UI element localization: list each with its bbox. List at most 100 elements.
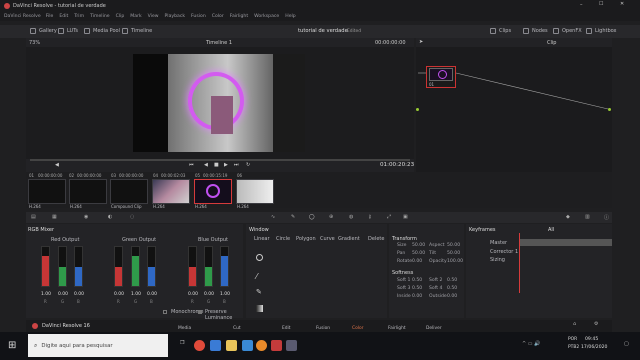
lang-indicator[interactable]: POR [568,337,577,342]
color-wheels-icon[interactable]: ◉ [84,214,88,220]
play-button[interactable]: ▶ [224,162,228,168]
rotate-value[interactable]: 0.00 [412,259,422,264]
window-icon[interactable]: ◯ [309,214,315,220]
blue-output-g-meter[interactable] [204,246,213,287]
scopes-icon[interactable]: ▥ [585,214,590,220]
minimize-button[interactable]: – [580,2,583,8]
menu-davinci[interactable]: DaVinci Resolve [4,14,41,19]
soft4-value[interactable]: 0.50 [447,286,457,291]
close-button[interactable]: ✕ [620,1,624,7]
pan-value[interactable]: 50.00 [412,251,425,256]
shape-curve[interactable]: Curve [320,236,335,242]
menu-help[interactable]: Help [285,14,295,19]
color-match-icon[interactable]: ▦ [52,214,57,220]
soft3-value[interactable]: 0.50 [412,286,422,291]
menu-color[interactable]: Color [212,14,224,19]
shape-polygon[interactable]: Polygon [296,236,316,242]
search-box[interactable]: ⌕ Digite aqui para pesquisar [28,334,168,357]
tracker-icon[interactable]: ⊕ [329,214,333,220]
pen-window-icon[interactable]: ✎ [256,288,265,297]
page-edit[interactable]: Edit [282,326,291,331]
openfx-button[interactable]: OpenFX [553,28,582,34]
menu-playback[interactable]: Playback [165,14,186,19]
rewind-button[interactable]: ◀ [204,162,208,168]
video-frame[interactable] [133,54,305,152]
home-icon[interactable]: ⌂ [573,321,576,327]
outside-value[interactable]: 0.00 [447,294,457,299]
lang-indicator-2[interactable]: PTB2 [568,345,579,350]
clock-time[interactable]: 09:45 [585,337,598,342]
clip-thumb-4[interactable] [152,179,190,204]
resolve-task-icon[interactable] [271,340,282,351]
clip-thumb-3[interactable] [110,179,148,204]
media-pool-button[interactable]: Media Pool [84,28,120,34]
linear-window-icon[interactable]: ⁄ [256,272,265,281]
page-cut[interactable]: Cut [233,326,241,331]
skip-forward-button[interactable]: ⏭ [234,162,239,168]
app-task-icon[interactable] [286,340,297,351]
rgb-mixer-icon[interactable]: ◐ [108,214,112,220]
page-color[interactable]: Color [352,326,363,331]
info-icon[interactable]: ⓘ [604,214,609,221]
green-output-g-val[interactable]: 1.00 [131,292,141,297]
menu-fusion[interactable]: Fusion [191,14,206,19]
clock-date[interactable]: 17/06/2020 [581,345,607,350]
shape-linear[interactable]: Linear [254,236,270,242]
3d-icon[interactable]: ▣ [403,214,408,220]
menu-edit[interactable]: Edit [59,14,68,19]
size-value[interactable]: 50.00 [412,243,425,248]
blue-output-r-val[interactable]: 0.00 [188,292,198,297]
soft1-value[interactable]: 0.50 [412,278,422,283]
chrome-icon[interactable] [194,340,205,351]
motion-effects-icon[interactable]: ◌ [130,214,134,220]
shape-circle[interactable]: Circle [276,236,290,242]
clip-thumb-2[interactable] [69,179,107,204]
node-output-dot[interactable] [608,108,611,111]
zoom-level[interactable]: 73% [29,40,40,46]
audio-icon[interactable]: ◀ [55,162,59,168]
playhead[interactable] [519,233,520,293]
node-select-icon[interactable]: ➤ [419,39,423,45]
page-deliver[interactable]: Deliver [426,326,442,331]
luts-button[interactable]: LUTs [58,28,78,34]
camera-raw-icon[interactable]: ▤ [31,214,36,220]
node-input-dot[interactable] [416,108,419,111]
menu-trim[interactable]: Trim [74,14,84,19]
blue-output-b-val[interactable]: 1.00 [220,292,230,297]
inside-value[interactable]: 0.00 [412,294,422,299]
page-fusion[interactable]: Fusion [316,326,330,331]
red-output-g-meter[interactable] [58,246,67,287]
blur-icon[interactable]: ◍ [349,214,353,220]
soft2-value[interactable]: 0.50 [447,278,457,283]
blue-output-r-meter[interactable] [188,246,197,287]
green-output-g-meter[interactable] [131,246,140,287]
blue-output-b-meter[interactable] [220,246,229,287]
sizing-icon[interactable]: ⤢ [387,214,391,220]
page-media[interactable]: Media [178,326,191,331]
clip-thumb-6[interactable] [236,179,274,204]
green-output-r-val[interactable]: 0.00 [114,292,124,297]
timeline-name[interactable]: Timeline 1 [206,40,232,46]
gallery-button[interactable]: Gallery [30,28,57,34]
tilt-value[interactable]: 50.00 [447,251,460,256]
keyframes-filter[interactable]: All [548,227,554,233]
menu-workspace[interactable]: Workspace [254,14,279,19]
red-output-b-val[interactable]: 0.00 [74,292,84,297]
explorer-icon[interactable] [226,340,237,351]
menu-view[interactable]: View [148,14,159,19]
color-node[interactable]: 01 [426,66,456,88]
page-fairlight[interactable]: Fairlight [388,326,406,331]
lightbox-button[interactable]: Lightbox [586,28,617,34]
maximize-button[interactable]: ☐ [599,1,603,7]
menu-fairlight[interactable]: Fairlight [230,14,248,19]
shape-gradient[interactable]: Gradient [338,236,360,242]
red-output-r-meter[interactable] [41,246,50,287]
node-editor[interactable]: 01 [416,47,612,172]
keyframes-icon[interactable]: ◆ [566,214,570,220]
green-output-b-val[interactable]: 0.00 [147,292,157,297]
blue-output-g-val[interactable]: 0.00 [204,292,214,297]
red-output-b-meter[interactable] [74,246,83,287]
green-output-b-meter[interactable] [147,246,156,287]
clip-thumb-5[interactable] [194,179,232,204]
firefox-icon[interactable] [256,340,267,351]
